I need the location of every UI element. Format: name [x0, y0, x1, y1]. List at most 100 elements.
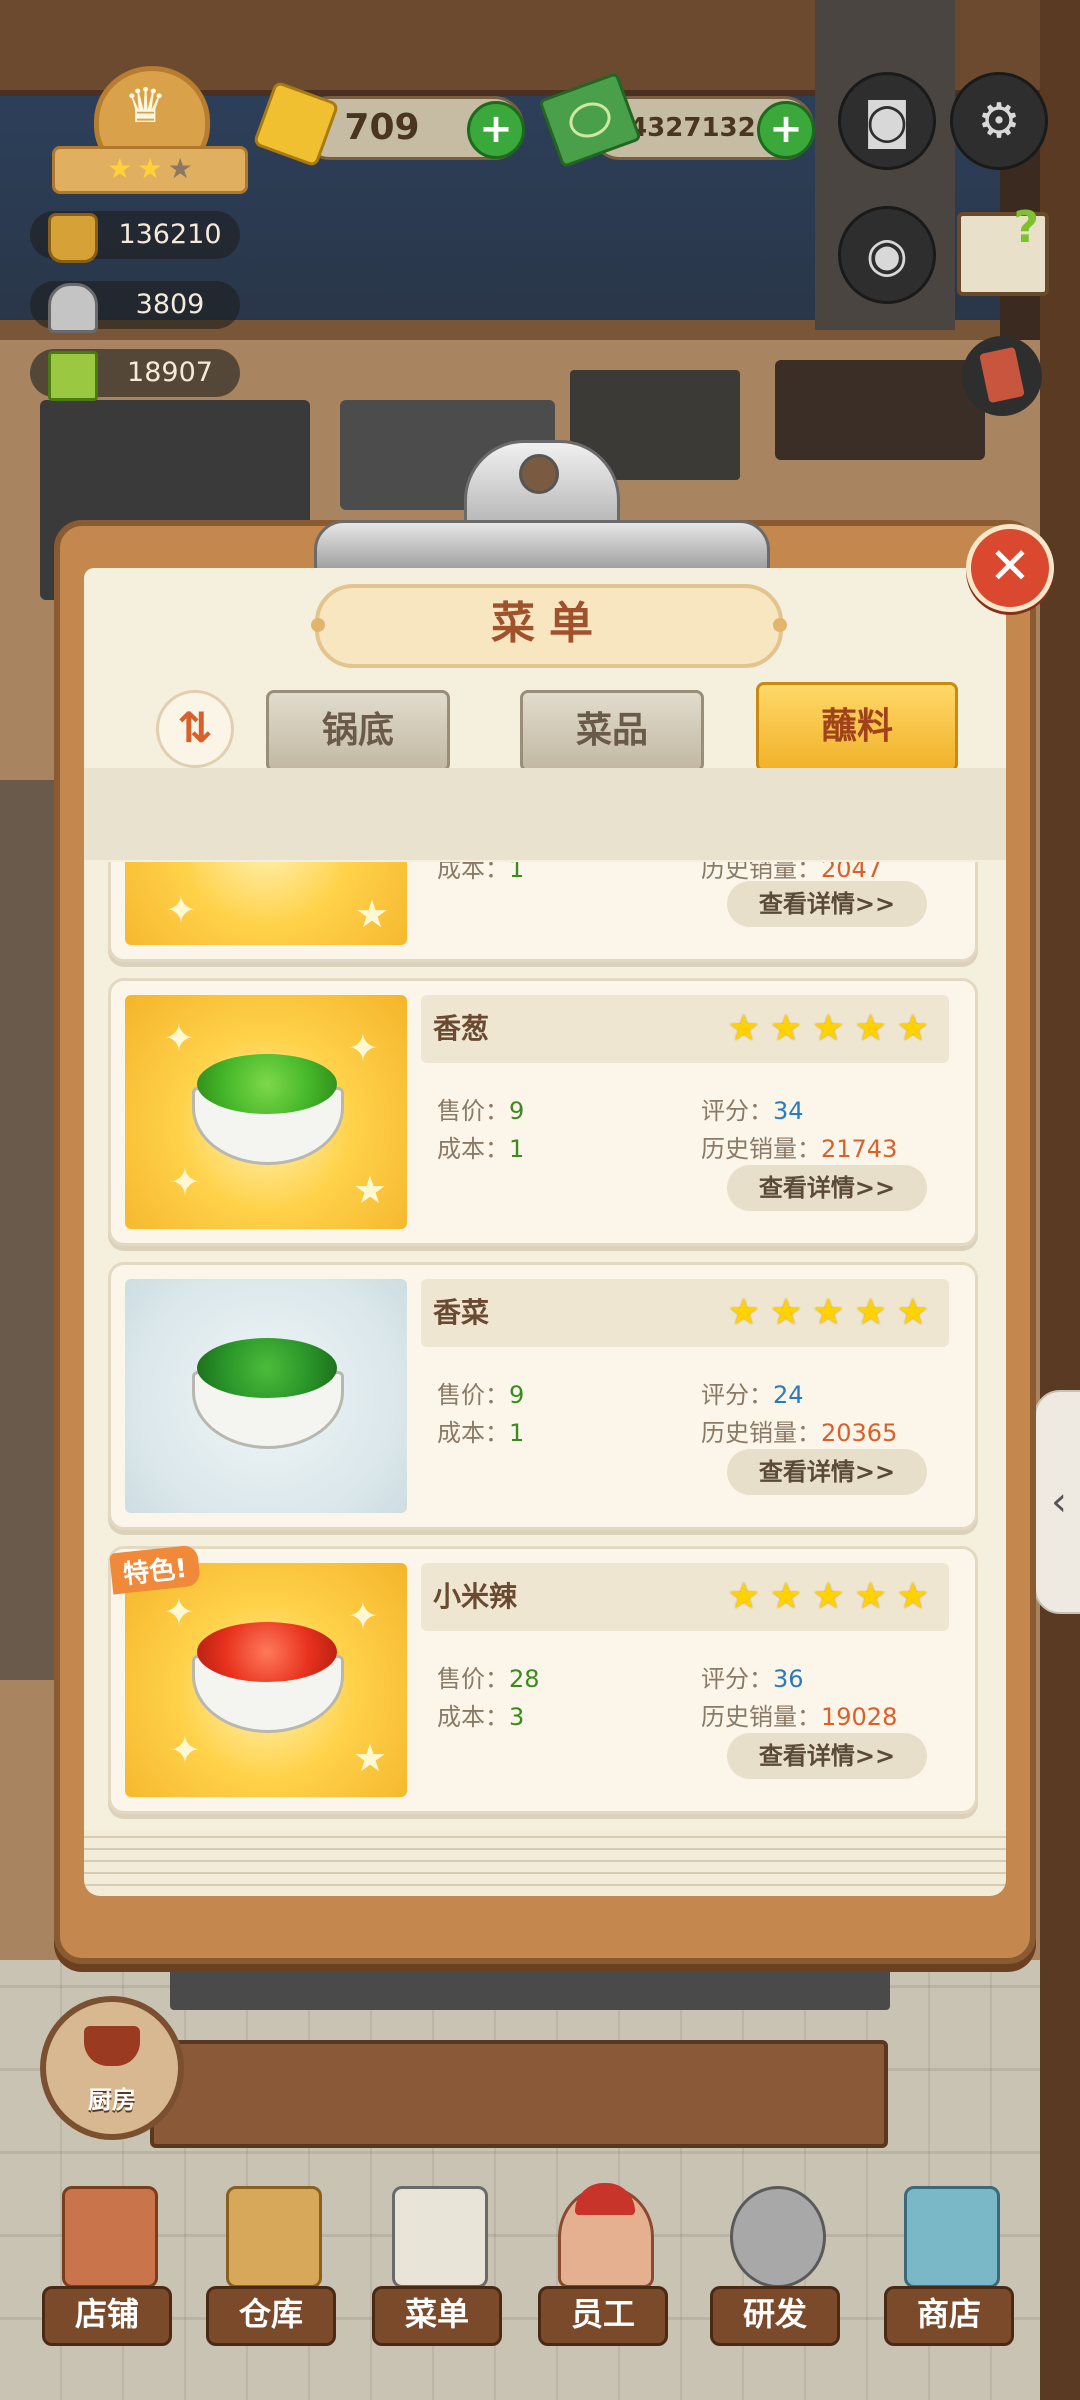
- market-stall-icon: [904, 2186, 1000, 2288]
- item-rating: 评分：24: [701, 1381, 804, 1409]
- badge-ribbon: ★ ★ ★: [52, 146, 248, 194]
- tab-sauce[interactable]: 蘸料: [756, 682, 958, 772]
- bowl-icon: [192, 1054, 344, 1165]
- nav-staff[interactable]: 员工: [538, 2183, 668, 2346]
- nav-shop-label: 店铺: [42, 2286, 172, 2346]
- view-details-button[interactable]: 查看详情>>: [727, 881, 927, 927]
- pot-icon: [84, 2026, 140, 2066]
- tab-underline-strip: [84, 768, 1006, 860]
- page-title: 菜单: [491, 598, 607, 649]
- list-item[interactable]: ✦ ✦ ✦ ★ 香葱 ★ ★ ★ ★ ★ 售价：9 成本：1 评分：34 历史销量：21…: [108, 978, 978, 1246]
- item-name-bar: 香葱 ★ ★ ★ ★ ★: [421, 995, 949, 1063]
- item-image: ✦ ✦ ✦ ★: [125, 995, 407, 1229]
- nav-shop[interactable]: 店铺: [42, 2186, 172, 2346]
- tab-base[interactable]: 锅底: [266, 690, 450, 772]
- cloche-icon: [48, 283, 98, 333]
- camera-icon: ◙: [863, 93, 911, 149]
- view-details-button[interactable]: 查看详情>>: [727, 1449, 927, 1495]
- stat-pot: 136210: [30, 211, 240, 263]
- item-sales: 历史销量：19028: [701, 1703, 898, 1731]
- item-image: [125, 1279, 407, 1513]
- sort-button[interactable]: ⇅: [156, 690, 234, 768]
- close-icon: ✕: [989, 537, 1031, 595]
- restaurant-rank-badge[interactable]: ♛ ★ ★ ★: [52, 66, 248, 196]
- collapse-side-tab[interactable]: ‹: [1034, 1390, 1080, 1614]
- item-name: 香葱: [433, 1012, 490, 1045]
- item-sales: 历史销量：21743: [701, 1135, 898, 1163]
- sort-icon: ⇅: [177, 703, 213, 752]
- item-rating: 评分：36: [701, 1665, 804, 1693]
- boxes-icon: [226, 2186, 322, 2288]
- view-details-button[interactable]: 查看详情>>: [727, 1165, 927, 1211]
- eye-icon: ◉: [866, 227, 908, 283]
- paper-stack: [84, 1830, 1006, 1896]
- stat-dish: 3809: [30, 281, 240, 333]
- recipe-book-button[interactable]: [962, 336, 1042, 416]
- item-cost: 成本：1: [437, 862, 525, 883]
- item-rating-stars: ★ ★ ★ ★ ★: [718, 1291, 929, 1335]
- settings-button[interactable]: ⚙: [950, 72, 1048, 170]
- star-icon: ★: [727, 1292, 760, 1333]
- list-item[interactable]: ✦ ★ 成本：1 历史销量：2047 查看详情>>: [108, 862, 978, 962]
- item-price: 售价：28: [437, 1665, 540, 1693]
- nav-store[interactable]: 商店: [884, 2186, 1014, 2346]
- item-rating-stars: ★ ★ ★ ★ ★: [718, 1575, 929, 1619]
- nav-warehouse-label: 仓库: [206, 2286, 336, 2346]
- gear-icon: ⚙: [977, 93, 1021, 149]
- left-shelf: [0, 780, 55, 1680]
- item-rating-stars: ★ ★ ★ ★ ★: [718, 1007, 929, 1051]
- item-image: ✦ ✦ ✦ ★: [125, 1563, 407, 1797]
- nav-staff-label: 员工: [538, 2286, 668, 2346]
- item-name: 小米辣: [433, 1580, 518, 1613]
- badge-star-icon: ★: [137, 152, 163, 185]
- bowl-icon: [192, 1338, 344, 1449]
- stat-book-value: 18907: [127, 357, 213, 388]
- star-icon: ★: [854, 1576, 887, 1617]
- chevron-left-icon: ‹: [1051, 1479, 1067, 1525]
- item-price: 售价：9: [437, 1381, 525, 1409]
- nav-menu-label: 菜单: [372, 2286, 502, 2346]
- item-name: 香菜: [433, 1296, 490, 1329]
- star-icon: ★: [812, 1576, 845, 1617]
- clipboard-clip: [314, 440, 770, 576]
- item-cost: 成本：1: [437, 1419, 525, 1447]
- close-button[interactable]: ✕: [966, 524, 1054, 612]
- item-cost: 成本：3: [437, 1703, 525, 1731]
- nav-menu[interactable]: 菜单: [372, 2186, 502, 2346]
- list-item[interactable]: ✦ ✦ ✦ ★ 特色! 小米辣 ★ ★ ★ ★ ★ 售价：28 成本：3 评分：36 历…: [108, 1544, 978, 1814]
- nav-warehouse[interactable]: 仓库: [206, 2186, 336, 2346]
- book-icon: [48, 351, 98, 401]
- star-icon: ★: [812, 1292, 845, 1333]
- star-icon: ★: [854, 1292, 887, 1333]
- clipboard-icon: [392, 2186, 488, 2288]
- wok-icon: [730, 2186, 826, 2288]
- nav-store-label: 商店: [884, 2286, 1014, 2346]
- star-icon: ★: [769, 1008, 803, 1049]
- star-icon: ★: [727, 1576, 760, 1617]
- camera-button[interactable]: ◙: [838, 72, 936, 170]
- right-pillar: [1040, 0, 1080, 2400]
- help-book-icon: ?: [1013, 202, 1039, 253]
- item-name-bar: 小米辣 ★ ★ ★ ★ ★: [421, 1563, 949, 1631]
- add-gems-button[interactable]: +: [467, 101, 525, 159]
- item-rating: 评分：34: [701, 1097, 804, 1125]
- bowl-icon: [192, 1622, 344, 1733]
- item-price: 售价：9: [437, 1097, 525, 1125]
- badge-star-icon: ★: [107, 152, 133, 185]
- kitchen-button[interactable]: 厨房: [40, 1996, 184, 2140]
- list-item[interactable]: 香菜 ★ ★ ★ ★ ★ 售价：9 成本：1 评分：24 历史销量：20365 查看详情…: [108, 1262, 978, 1530]
- storefront-icon: [62, 2186, 158, 2288]
- menu-item-list[interactable]: ✦ ★ 成本：1 历史销量：2047 查看详情>> ✦ ✦ ✦ ★ 香葱 ★ ★ ★…: [100, 862, 988, 1822]
- view-button[interactable]: ◉: [838, 206, 936, 304]
- range-hood-base: [775, 360, 985, 460]
- help-button[interactable]: ?: [957, 202, 1049, 296]
- item-cost: 成本：1: [437, 1135, 525, 1163]
- star-icon: ★: [854, 1008, 887, 1049]
- star-icon: ★: [896, 1008, 929, 1049]
- view-details-button[interactable]: 查看详情>>: [727, 1733, 927, 1779]
- nav-research[interactable]: 研发: [710, 2186, 840, 2346]
- add-cash-button[interactable]: +: [757, 101, 815, 159]
- tab-dishes[interactable]: 菜品: [520, 690, 704, 772]
- item-name-bar: 香菜 ★ ★ ★ ★ ★: [421, 1279, 949, 1347]
- star-icon: ★: [769, 1292, 803, 1333]
